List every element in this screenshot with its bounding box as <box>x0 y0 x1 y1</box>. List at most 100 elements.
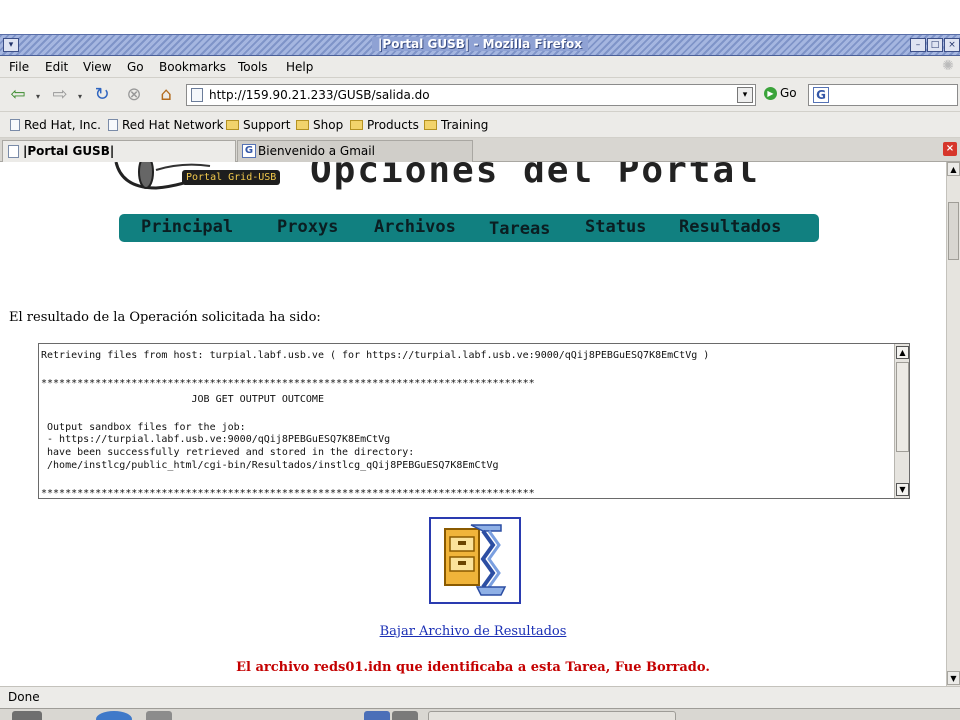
throbber-icon: ✺ <box>942 58 954 74</box>
page-scroll-down-icon[interactable]: ▼ <box>947 671 960 685</box>
job-output-textarea[interactable]: Retrieving files from host: turpial.labf… <box>38 343 910 499</box>
go-label: Go <box>780 86 797 100</box>
forward-arrow-icon[interactable]: ⇨ <box>48 84 72 106</box>
bookmark-folder-products[interactable]: Products <box>350 118 419 132</box>
folder-icon <box>226 120 239 130</box>
bookmark-page-icon <box>10 119 20 131</box>
nav-proxys[interactable]: Proxys <box>277 217 338 237</box>
bookmark-label: Shop <box>313 118 344 132</box>
output-scrollbar[interactable]: ▲ ▼ <box>894 344 909 498</box>
file-deleted-message: El archivo reds01.idn que identificaba a… <box>236 660 710 675</box>
folder-icon <box>350 120 363 130</box>
page-scroll-thumb[interactable] <box>948 202 959 260</box>
nav-archivos[interactable]: Archivos <box>374 217 456 237</box>
menu-file[interactable]: File <box>9 60 29 74</box>
scroll-up-icon[interactable]: ▲ <box>896 346 909 359</box>
banner-title: Opciones del Portal <box>310 162 760 191</box>
download-archive-button[interactable] <box>429 517 521 604</box>
page-content: Portal Grid-USB Opciones del Portal Prin… <box>0 162 946 686</box>
taskbar-launcher-icon[interactable] <box>12 711 42 720</box>
menu-help[interactable]: Help <box>286 60 313 74</box>
tab-label: |Portal GUSB| <box>23 144 115 158</box>
bookmark-label: Red Hat Network <box>122 118 224 132</box>
desktop-taskbar <box>0 708 960 720</box>
folder-icon <box>424 120 437 130</box>
status-text: Done <box>8 690 40 704</box>
menu-view[interactable]: View <box>83 60 111 74</box>
close-window-button[interactable]: × <box>944 38 960 52</box>
zip-archive-icon <box>444 524 507 596</box>
close-tab-icon[interactable]: × <box>943 142 957 156</box>
tab-portal-gusb[interactable]: |Portal GUSB| <box>2 140 236 163</box>
window-title: |Portal GUSB| - Mozilla Firefox <box>0 37 960 51</box>
tab-gmail[interactable]: G Bienvenido a Gmail <box>237 140 473 162</box>
output-line: ****************************************… <box>41 378 535 389</box>
bookmark-page-icon <box>108 119 118 131</box>
search-box[interactable]: G <box>808 84 958 106</box>
bookmark-label: Products <box>367 118 419 132</box>
tab-page-icon <box>8 145 19 158</box>
nav-tareas[interactable]: Tareas <box>489 219 550 239</box>
menu-tools[interactable]: Tools <box>238 60 268 74</box>
tab-bar: |Portal GUSB| G Bienvenido a Gmail × <box>0 138 960 163</box>
forward-dropdown-icon[interactable]: ▾ <box>78 92 82 101</box>
menu-bookmarks[interactable]: Bookmarks <box>159 60 226 74</box>
bookmark-red-hat-network[interactable]: Red Hat Network <box>108 118 224 132</box>
download-results-link[interactable]: Bajar Archivo de Resultados <box>0 624 946 639</box>
desktop-top-strip <box>0 0 960 34</box>
google-icon: G <box>242 144 256 158</box>
output-line: JOB GET OUTPUT OUTCOME <box>41 394 324 405</box>
window-title-text: |Portal GUSB| - Mozilla Firefox <box>372 37 588 51</box>
nav-status[interactable]: Status <box>585 217 646 237</box>
bookmark-label: Training <box>441 118 489 132</box>
bookmark-label: Support <box>243 118 291 132</box>
bookmarks-toolbar: Red Hat, Inc. Red Hat Network Support Sh… <box>0 112 960 138</box>
logo-badge: Portal Grid-USB <box>182 170 281 185</box>
reload-icon[interactable]: ↻ <box>90 84 114 106</box>
output-line: Retrieving files from host: turpial.labf… <box>41 350 710 361</box>
menu-go[interactable]: Go <box>127 60 144 74</box>
bookmark-red-hat-inc[interactable]: Red Hat, Inc. <box>10 118 101 132</box>
output-scroll-thumb[interactable] <box>896 362 909 452</box>
taskbar-workspace-icon[interactable] <box>364 711 390 720</box>
output-line: have been successfully retrieved and sto… <box>41 447 415 458</box>
back-dropdown-icon[interactable]: ▾ <box>36 92 40 101</box>
minimize-button[interactable]: – <box>910 38 926 52</box>
status-bar: Done <box>0 686 960 708</box>
page-scrollbar[interactable]: ▲ ▼ <box>946 162 960 686</box>
maximize-button[interactable]: □ <box>927 38 943 52</box>
bookmark-label: Red Hat, Inc. <box>24 118 101 132</box>
url-bar[interactable]: http://159.90.21.233/GUSB/salida.do ▾ <box>186 84 756 106</box>
url-text[interactable]: http://159.90.21.233/GUSB/salida.do <box>209 88 430 102</box>
nav-principal[interactable]: Principal <box>141 217 233 237</box>
output-line: /home/instlcg/public_html/cgi-bin/Result… <box>41 460 499 471</box>
back-arrow-icon[interactable]: ⇦ <box>6 84 30 106</box>
page-icon <box>191 88 203 102</box>
window-titlebar[interactable]: ▾ |Portal GUSB| - Mozilla Firefox – □ × <box>0 34 960 56</box>
google-search-icon[interactable]: G <box>813 87 829 103</box>
stop-icon[interactable]: ⊗ <box>122 84 146 106</box>
navigation-toolbar: ⇦ ▾ ⇨ ▾ ↻ ⊗ ⌂ http://159.90.21.233/GUSB/… <box>0 78 960 112</box>
output-line: ****************************************… <box>41 488 535 499</box>
home-icon[interactable]: ⌂ <box>154 84 178 106</box>
page-scroll-up-icon[interactable]: ▲ <box>947 162 960 176</box>
taskbar-window-button[interactable] <box>428 711 676 720</box>
taskbar-firefox-icon[interactable] <box>96 711 132 720</box>
result-label: El resultado de la Operación solicitada … <box>9 310 321 325</box>
bookmark-folder-support[interactable]: Support <box>226 118 290 132</box>
output-line: Output sandbox files for the job: <box>41 422 246 433</box>
go-button[interactable]: ▶ Go <box>764 86 797 100</box>
nav-resultados[interactable]: Resultados <box>679 217 781 237</box>
go-icon: ▶ <box>764 87 777 100</box>
menu-edit[interactable]: Edit <box>45 60 68 74</box>
bookmark-folder-training[interactable]: Training <box>424 118 488 132</box>
output-line: - https://turpial.labf.usb.ve:9000/qQij8… <box>41 434 391 445</box>
taskbar-app-icon[interactable] <box>146 711 172 720</box>
scroll-down-icon[interactable]: ▼ <box>896 483 909 496</box>
folder-icon <box>296 120 309 130</box>
url-dropdown-icon[interactable]: ▾ <box>737 87 753 103</box>
bookmark-folder-shop[interactable]: Shop <box>296 118 343 132</box>
portal-nav-strip: Principal Proxys Archivos Tareas Status … <box>119 214 819 242</box>
menu-bar: File Edit View Go Bookmarks Tools Help ✺ <box>0 56 960 78</box>
taskbar-workspace-icon[interactable] <box>392 711 418 720</box>
